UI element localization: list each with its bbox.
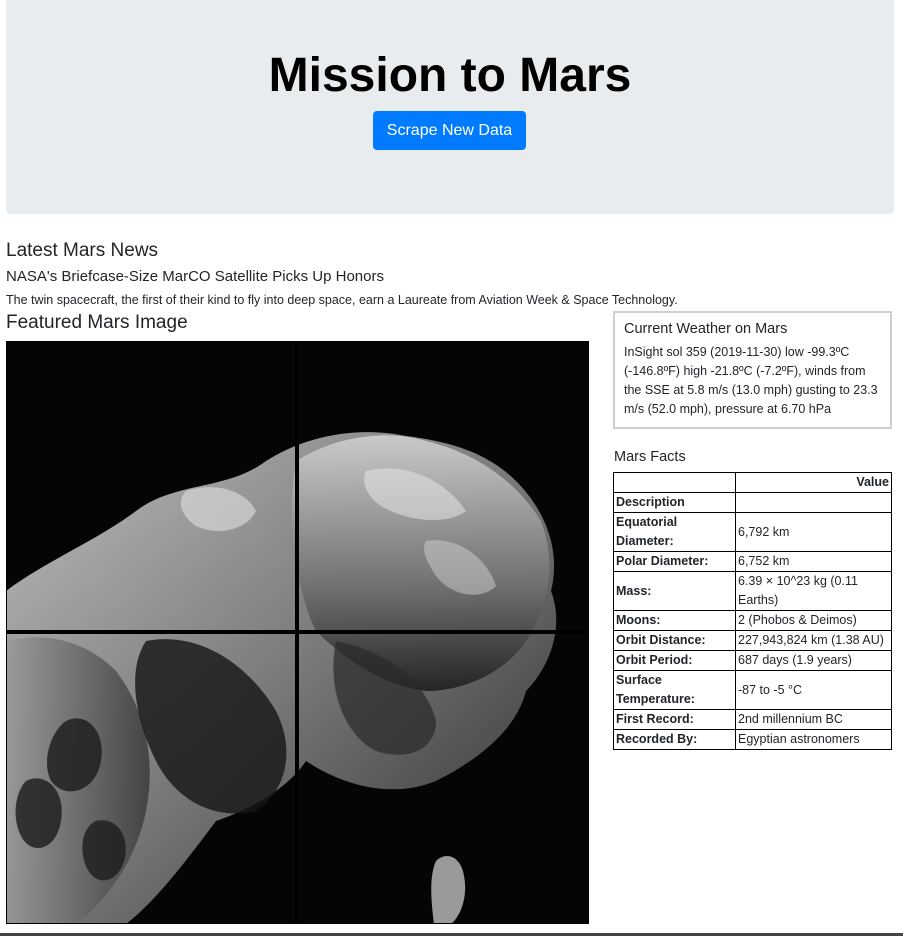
fact-value: 687 days (1.9 years) — [735, 650, 892, 671]
news-teaser: The twin spacecraft, the first of their … — [6, 293, 678, 307]
fact-label: Polar Diameter: — [613, 551, 736, 572]
weather-panel: Current Weather on Mars InSight sol 359 … — [613, 311, 892, 429]
page-title: Mission to Mars — [268, 49, 632, 102]
table-row: First Record: 2nd millennium BC — [613, 709, 892, 730]
description-header-cell: Description — [613, 492, 736, 513]
fact-label: Moons: — [613, 610, 736, 631]
table-row: Polar Diameter: 6,752 km — [613, 551, 892, 572]
empty-header-cell — [735, 492, 892, 513]
fact-value: 227,943,824 km (1.38 AU) — [735, 630, 892, 651]
table-row: Mass: 6.39 × 10^23 kg (0.11 Earths) — [613, 571, 892, 611]
fact-value: 6,752 km — [735, 551, 892, 572]
table-row: Surface Temperature: -87 to -5 °C — [613, 670, 892, 710]
table-row: Orbit Period: 687 days (1.9 years) — [613, 650, 892, 671]
table-row: Moons: 2 (Phobos & Deimos) — [613, 610, 892, 631]
fact-label: Mass: — [613, 571, 736, 611]
news-title: NASA's Briefcase-Size MarCO Satellite Pi… — [6, 268, 384, 285]
featured-image-heading: Featured Mars Image — [6, 312, 188, 333]
fact-value: -87 to -5 °C — [735, 670, 892, 710]
table-row: Orbit Distance: 227,943,824 km (1.38 AU) — [613, 630, 892, 651]
fact-value: 2nd millennium BC — [735, 709, 892, 730]
table-row: Recorded By: Egyptian astronomers — [613, 729, 892, 750]
fact-value: 6.39 × 10^23 kg (0.11 Earths) — [735, 571, 892, 611]
fact-value: 2 (Phobos & Deimos) — [735, 610, 892, 631]
weather-text: InSight sol 359 (2019-11-30) low -99.3ºC… — [624, 345, 878, 416]
fact-value: 6,792 km — [735, 512, 892, 552]
empty-header-cell — [613, 472, 736, 493]
fact-label: Equatorial Diameter: — [613, 512, 736, 552]
facts-heading: Mars Facts — [614, 449, 686, 465]
table-row: Equatorial Diameter: 6,792 km — [613, 512, 892, 552]
news-heading: Latest Mars News — [6, 240, 159, 261]
fact-value: Egyptian astronomers — [735, 729, 892, 750]
table-header-row: Description — [613, 492, 892, 513]
scrape-new-data-button[interactable]: Scrape New Data — [373, 111, 526, 150]
weather-heading: Current Weather on Mars — [624, 321, 788, 337]
fact-label: First Record: — [613, 709, 736, 730]
fact-label: Recorded By: — [613, 729, 736, 750]
featured-mars-image — [6, 341, 589, 924]
fact-label: Orbit Period: — [613, 650, 736, 671]
mars-facts-table: Value Description Equatorial Diameter: 6… — [613, 472, 892, 750]
fact-label: Surface Temperature: — [613, 670, 736, 710]
fact-label: Orbit Distance: — [613, 630, 736, 651]
value-header-cell: Value — [735, 472, 892, 493]
table-header-row: Value — [613, 472, 892, 493]
header-jumbotron: Mission to Mars Scrape New Data — [6, 0, 894, 214]
